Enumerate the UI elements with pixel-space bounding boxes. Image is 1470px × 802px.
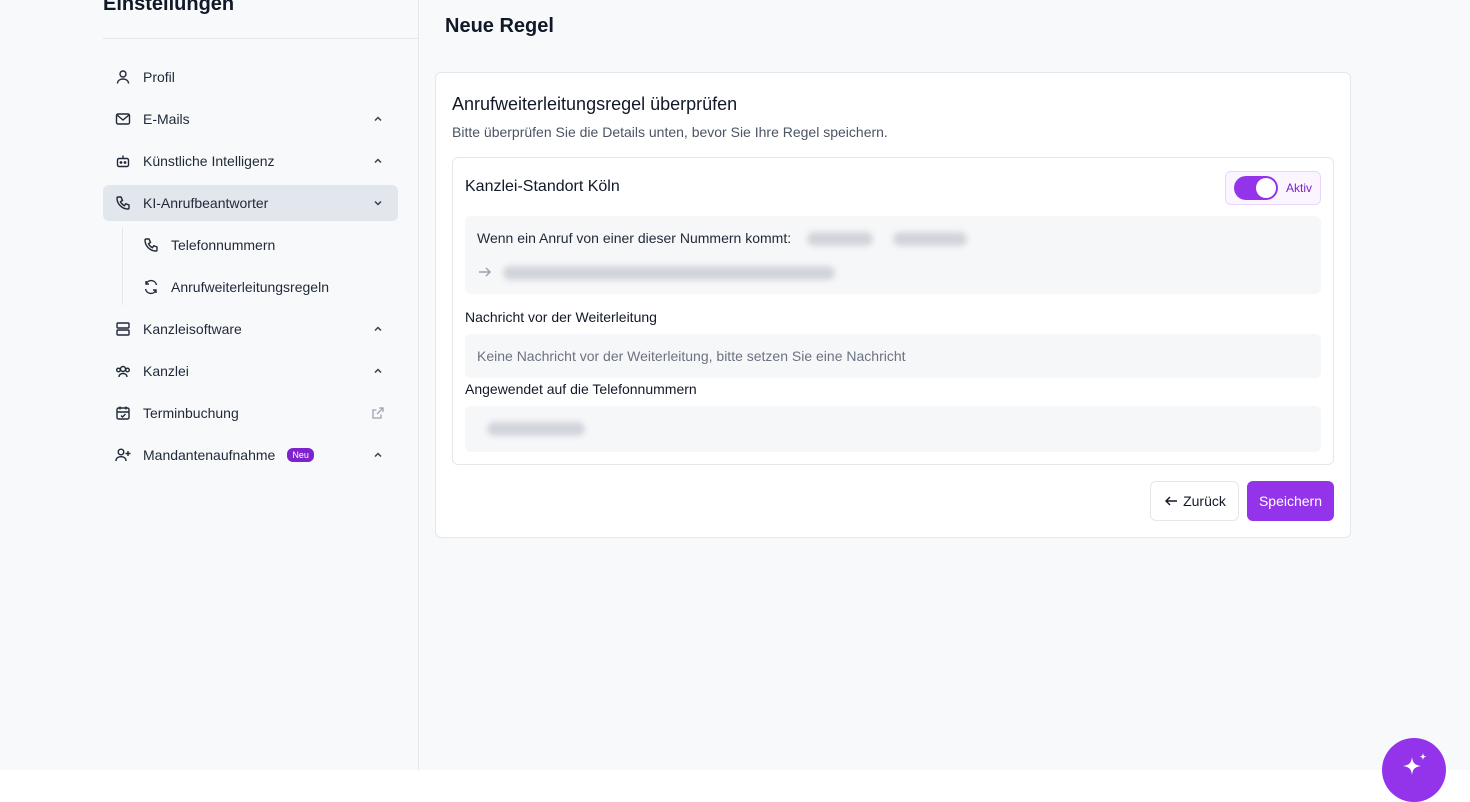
rule-summary: Kanzlei-Standort Köln Aktiv Wenn ein Anr… <box>452 157 1334 465</box>
page-title: Neue Regel <box>445 15 554 37</box>
redacted-forward-target <box>503 266 835 280</box>
back-button-label: Zurück <box>1183 493 1226 509</box>
sidebar-item-label: E-Mails <box>143 111 190 127</box>
refresh-icon <box>143 279 159 295</box>
chevron-up-icon <box>370 111 386 127</box>
chevron-up-icon <box>370 447 386 463</box>
chevron-up-icon <box>370 153 386 169</box>
user-icon <box>115 69 131 85</box>
sidebar-item-label: Anrufweiterleitungsregeln <box>171 279 329 295</box>
sidebar-item-label: Kanzlei <box>143 363 189 379</box>
arrow-right-icon <box>477 264 493 280</box>
active-toggle[interactable] <box>1234 176 1278 200</box>
bot-icon <box>115 153 131 169</box>
sidebar-item-emails[interactable]: E-Mails <box>103 101 398 137</box>
card-subtitle: Bitte überprüfen Sie die Details unten, … <box>452 124 888 140</box>
phone-icon <box>143 237 159 253</box>
condition-box: Wenn ein Anruf von einer dieser Nummern … <box>465 216 1321 294</box>
sub-nav-ki-anrufbeantworter: Telefonnummern Anrufweiterleitungsregeln <box>122 227 398 305</box>
message-label: Nachricht vor der Weiterleitung <box>465 309 657 325</box>
sidebar-item-anrufweiterleitungsregeln[interactable]: Anrufweiterleitungsregeln <box>143 269 398 305</box>
sidebar-item-terminbuchung[interactable]: Terminbuchung <box>103 395 398 431</box>
card-title: Anrufweiterleitungsregel überprüfen <box>452 94 738 114</box>
applied-phones-label: Angewendet auf die Telefonnummern <box>465 381 697 397</box>
new-badge: Neu <box>287 448 314 462</box>
ai-assistant-button[interactable] <box>1382 738 1446 802</box>
sidebar-item-ki[interactable]: Künstliche Intelligenz <box>103 143 398 179</box>
message-placeholder: Keine Nachricht vor der Weiterleitung, b… <box>477 348 906 364</box>
sidebar-item-mandantenaufnahme[interactable]: Mandantenaufnahme Neu <box>103 437 398 473</box>
sidebar-item-telefonnummern[interactable]: Telefonnummern <box>143 227 398 263</box>
review-card: Anrufweiterleitungsregel überprüfen Bitt… <box>435 72 1351 538</box>
users-icon <box>115 363 131 379</box>
app-window: Einstellungen Profil E-Mails Künstliche … <box>0 0 1470 770</box>
sidebar-item-label: Telefonnummern <box>171 237 276 253</box>
toggle-knob <box>1256 178 1276 198</box>
sidebar-item-label: KI-Anrufbeantworter <box>143 195 269 211</box>
sidebar-item-profil[interactable]: Profil <box>103 59 398 95</box>
user-plus-icon <box>115 447 131 463</box>
sidebar-title: Einstellungen <box>103 0 235 15</box>
message-box: Keine Nachricht vor der Weiterleitung, b… <box>465 334 1321 378</box>
settings-sidebar: Einstellungen Profil E-Mails Künstliche … <box>0 0 419 770</box>
phone-icon <box>115 195 131 211</box>
sidebar-item-kanzlei[interactable]: Kanzlei <box>103 353 398 389</box>
rule-name: Kanzlei-Standort Köln <box>465 178 620 195</box>
redacted-phone-number <box>487 422 585 436</box>
external-link-icon <box>370 405 386 421</box>
chevron-up-icon <box>370 363 386 379</box>
chevron-up-icon <box>370 321 386 337</box>
redacted-number <box>893 232 967 246</box>
sidebar-divider <box>103 38 419 39</box>
server-icon <box>115 321 131 337</box>
sparkle-icon <box>1397 751 1431 790</box>
sidebar-item-label: Terminbuchung <box>143 405 239 421</box>
save-button[interactable]: Speichern <box>1247 481 1334 521</box>
sidebar-item-label: Kanzleisoftware <box>143 321 242 337</box>
calendar-check-icon <box>115 405 131 421</box>
condition-text: Wenn ein Anruf von einer dieser Nummern … <box>477 230 792 246</box>
sidebar-item-label: Mandantenaufnahme <box>143 447 276 463</box>
toggle-label: Aktiv <box>1286 181 1313 195</box>
back-button[interactable]: Zurück <box>1150 481 1239 521</box>
sidebar-item-ki-anrufbeantworter[interactable]: KI-Anrufbeantworter <box>103 185 398 221</box>
arrow-left-icon <box>1163 493 1179 509</box>
active-toggle-container: Aktiv <box>1225 171 1321 205</box>
chevron-down-icon <box>370 195 386 211</box>
mail-icon <box>115 111 131 127</box>
applied-phones-box <box>465 406 1321 452</box>
sidebar-item-kanzleisoftware[interactable]: Kanzleisoftware <box>103 311 398 347</box>
sidebar-item-label: Profil <box>143 69 175 85</box>
sidebar-item-label: Künstliche Intelligenz <box>143 153 275 169</box>
redacted-number <box>807 232 873 246</box>
settings-nav: Profil E-Mails Künstliche Intelligenz KI… <box>103 59 398 479</box>
